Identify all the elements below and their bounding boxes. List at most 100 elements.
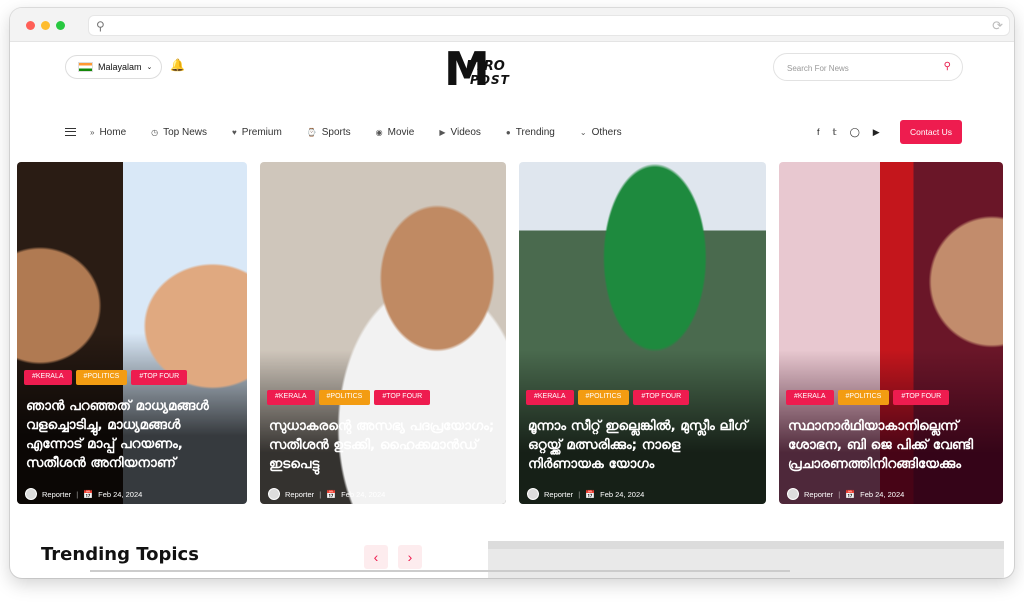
- language-selector[interactable]: Malayalam ⌄: [65, 55, 162, 79]
- card-date: Feb 24, 2024: [860, 489, 905, 499]
- tag-top-four[interactable]: #TOP FOUR: [374, 390, 431, 405]
- india-flag-icon: [78, 62, 93, 72]
- card-headline[interactable]: സ്ഥാനാർഥിയാകാനില്ലെന്ന് ശോഭന, ബി ജെ പിക്…: [788, 417, 995, 474]
- nav-item-sports[interactable]: ⌚ Sports: [307, 127, 351, 138]
- card-date: Feb 24, 2024: [341, 489, 386, 499]
- avatar: [25, 488, 37, 500]
- nav-label: Videos: [450, 126, 481, 138]
- tag-kerala[interactable]: #KERALA: [786, 390, 834, 405]
- logo-text-top: ETRO: [466, 59, 505, 74]
- nav-item-movie[interactable]: ◉ Movie: [376, 127, 415, 138]
- nav-label: Trending: [515, 126, 555, 138]
- heart-icon: ♥: [232, 127, 237, 137]
- tag-kerala[interactable]: #KERALA: [526, 390, 574, 405]
- chevron-left-icon: ‹: [373, 549, 379, 565]
- calendar-icon: 📅: [326, 489, 337, 499]
- calendar-icon: 📅: [585, 489, 596, 499]
- instagram-icon[interactable]: ◯: [850, 127, 860, 138]
- news-card[interactable]: #KERALA #POLITICS #TOP FOUR സ്ഥാനാർഥിയാക…: [779, 162, 1003, 504]
- browser-chrome: ⚲ ⟳: [10, 8, 1014, 42]
- contact-us-button[interactable]: Contact Us: [900, 120, 962, 144]
- section-title: Trending Topics: [41, 544, 199, 565]
- carousel-next-button[interactable]: ›: [398, 545, 422, 569]
- tag-top-four[interactable]: #TOP FOUR: [633, 390, 690, 405]
- search-input[interactable]: Search For News ⚲: [773, 53, 963, 81]
- tag-top-four[interactable]: #TOP FOUR: [131, 370, 188, 385]
- card-headline[interactable]: ഞാൻ പറഞ്ഞത് മാധ്യമങ്ങൾ വളച്ചൊടിച്ചു, മാധ…: [26, 397, 239, 473]
- tag-kerala[interactable]: #KERALA: [267, 390, 315, 405]
- hamburger-menu-icon[interactable]: [65, 128, 76, 136]
- card-author[interactable]: Reporter: [544, 490, 573, 499]
- calendar-icon: 📅: [845, 489, 856, 499]
- nav-label: Sports: [321, 126, 351, 138]
- video-thumbnail-strip[interactable]: [488, 541, 1004, 578]
- nav-label: Premium: [241, 126, 282, 138]
- maximize-window-button[interactable]: [56, 21, 65, 30]
- card-date: Feb 24, 2024: [600, 489, 645, 499]
- tag-politics[interactable]: #POLITICS: [318, 390, 371, 405]
- site-logo[interactable]: M ETRO POST: [440, 41, 520, 97]
- avatar: [787, 488, 799, 500]
- nav-item-trending[interactable]: ● Trending: [506, 127, 555, 138]
- chevron-down-icon: ⌄: [579, 127, 587, 137]
- card-tags: #KERALA #POLITICS #TOP FOUR: [526, 390, 690, 405]
- card-author[interactable]: Reporter: [804, 490, 833, 499]
- calendar-icon: 📅: [83, 489, 94, 499]
- social-links: f 𝕥 ◯ ▶: [817, 127, 880, 138]
- card-tags: #KERALA #POLITICS #TOP FOUR: [24, 370, 188, 385]
- address-bar[interactable]: ⚲ ⟳: [88, 15, 1010, 36]
- logo-text-bottom: POST: [470, 73, 510, 87]
- close-window-button[interactable]: [26, 21, 35, 30]
- chevron-right-icon: ›: [407, 549, 413, 565]
- chevron-down-icon: ⌄: [146, 64, 153, 71]
- news-card[interactable]: #KERALA #POLITICS #TOP FOUR മൂന്നാം സീറ്…: [519, 162, 766, 504]
- minimize-window-button[interactable]: [41, 21, 50, 30]
- tag-politics[interactable]: #POLITICS: [837, 390, 890, 405]
- trending-icon: ●: [505, 127, 511, 137]
- notification-bell-icon[interactable]: 🔔: [170, 58, 185, 72]
- tag-top-four[interactable]: #TOP FOUR: [893, 390, 950, 405]
- main-nav: » Home ◷ Top News ♥ Premium ⌚ Sports ◉ Movie …: [65, 120, 647, 144]
- avatar: [268, 488, 280, 500]
- news-card[interactable]: #KERALA #POLITICS #TOP FOUR സുധാകരന്റെ അ…: [260, 162, 506, 504]
- nav-label: Others: [591, 126, 622, 138]
- card-headline[interactable]: മൂന്നാം സീറ്റ് ഇല്ലെങ്കിൽ, മുസ്ലീം ലീഗ് …: [528, 417, 758, 474]
- card-author[interactable]: Reporter: [42, 490, 71, 499]
- nav-label: Movie: [387, 126, 415, 138]
- card-author[interactable]: Reporter: [285, 490, 314, 499]
- youtube-icon[interactable]: ▶: [873, 127, 880, 138]
- avatar: [527, 488, 539, 500]
- card-tags: #KERALA #POLITICS #TOP FOUR: [267, 390, 431, 405]
- nav-label: Top News: [163, 126, 208, 138]
- search-icon[interactable]: ⚲: [944, 61, 951, 72]
- trending-strip: [90, 570, 790, 572]
- film-icon: ◉: [375, 127, 383, 137]
- double-chevron-right-icon: »: [90, 127, 95, 137]
- nav-item-top-news[interactable]: ◷ Top News: [151, 127, 207, 138]
- facebook-icon[interactable]: f: [817, 127, 820, 138]
- search-icon: ⚲: [96, 19, 105, 33]
- card-meta: Reporter | 📅 Feb 24, 2024: [527, 488, 644, 500]
- card-meta: Reporter | 📅 Feb 24, 2024: [25, 488, 142, 500]
- twitter-icon[interactable]: 𝕥: [833, 127, 837, 138]
- nav-item-videos[interactable]: ▶ Videos: [439, 127, 481, 138]
- card-headline[interactable]: സുധാകരന്റെ അസഭ്യ പദപ്രയോഗം; സതീശൻ ഉടക്കി…: [269, 417, 498, 474]
- nav-item-premium[interactable]: ♥ Premium: [232, 127, 282, 138]
- search-placeholder: Search For News: [787, 64, 849, 73]
- sports-icon: ⌚: [306, 127, 317, 137]
- language-label: Malayalam: [98, 62, 142, 72]
- nav-item-others[interactable]: ⌄ Others: [580, 127, 622, 138]
- card-date: Feb 24, 2024: [98, 489, 143, 499]
- video-icon: ▶: [439, 127, 446, 137]
- reload-icon[interactable]: ⟳: [992, 18, 1003, 34]
- tag-kerala[interactable]: #KERALA: [24, 370, 72, 385]
- tag-politics[interactable]: #POLITICS: [577, 390, 630, 405]
- nav-label: Home: [99, 126, 127, 138]
- card-meta: Reporter | 📅 Feb 24, 2024: [787, 488, 904, 500]
- card-meta: Reporter | 📅 Feb 24, 2024: [268, 488, 385, 500]
- carousel-prev-button[interactable]: ‹: [364, 545, 388, 569]
- tag-politics[interactable]: #POLITICS: [75, 370, 128, 385]
- clock-icon: ◷: [151, 127, 159, 137]
- nav-item-home[interactable]: » Home: [90, 127, 126, 138]
- news-card[interactable]: #KERALA #POLITICS #TOP FOUR ഞാൻ പറഞ്ഞത് …: [17, 162, 247, 504]
